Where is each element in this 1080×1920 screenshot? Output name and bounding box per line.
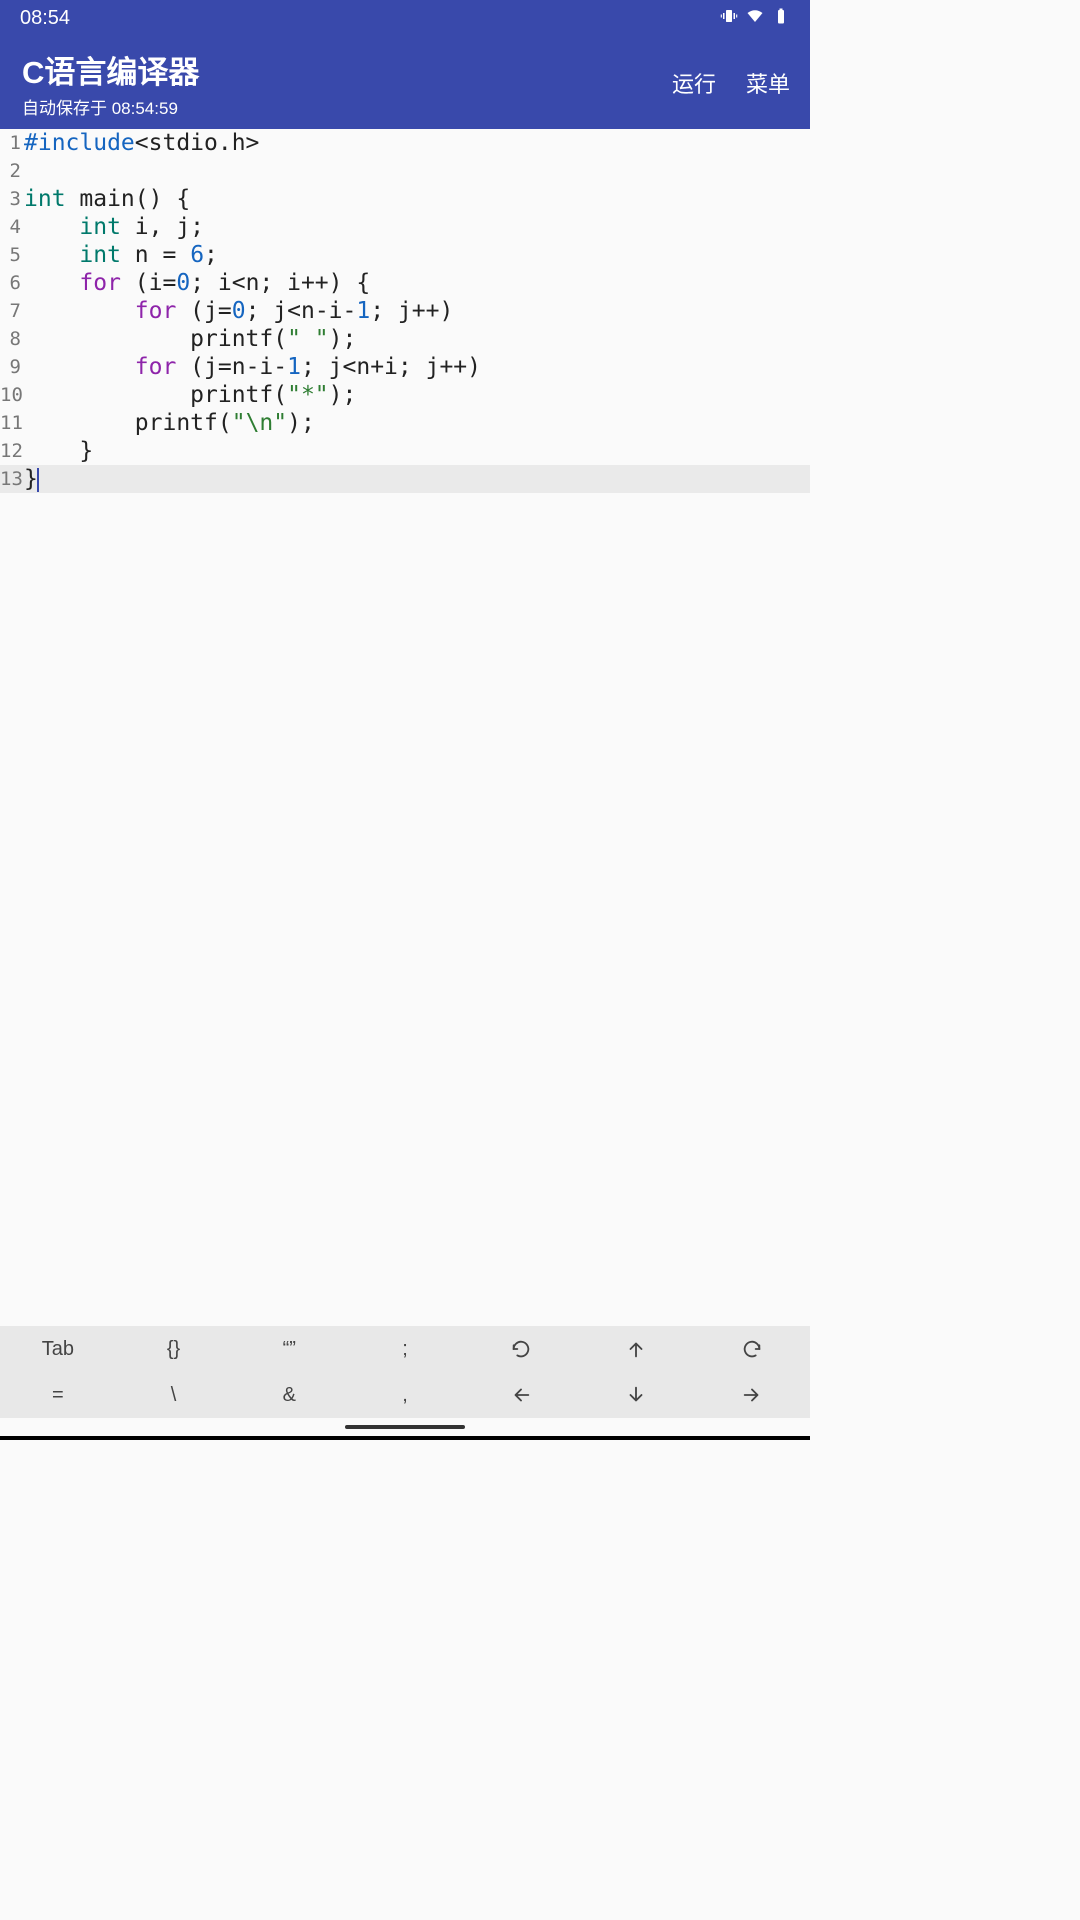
- code-line-9[interactable]: for (j=n-i-1; j<n+i; j++): [24, 353, 481, 381]
- key-semicolon[interactable]: ;: [347, 1326, 463, 1372]
- cursor-icon: [37, 468, 39, 492]
- key-left[interactable]: [463, 1372, 579, 1418]
- status-icons: [720, 7, 790, 31]
- key-equals[interactable]: =: [0, 1372, 116, 1418]
- line-number: 7: [0, 297, 24, 325]
- run-button[interactable]: 运行: [672, 67, 716, 99]
- app-subtitle: 自动保存于 08:54:59: [22, 94, 199, 119]
- nav-handle-area: [0, 1418, 810, 1436]
- key-backslash[interactable]: \: [116, 1372, 232, 1418]
- line-number: 10: [0, 381, 24, 409]
- key-down[interactable]: [579, 1372, 695, 1418]
- code-line-10[interactable]: printf("*");: [24, 381, 356, 409]
- code-line-11[interactable]: printf("\n");: [24, 409, 315, 437]
- toolbar-row-2: = \ & ,: [0, 1372, 810, 1418]
- code-line-4[interactable]: int i, j;: [24, 213, 204, 241]
- wifi-icon: [746, 7, 764, 31]
- nav-handle-icon[interactable]: [345, 1425, 465, 1429]
- line-number: 8: [0, 325, 24, 353]
- key-redo[interactable]: [694, 1326, 810, 1372]
- key-undo[interactable]: [463, 1326, 579, 1372]
- footer-bar: [0, 1436, 810, 1440]
- arrow-up-icon: [625, 1338, 647, 1360]
- status-bar: 08:54: [0, 0, 810, 37]
- vibrate-icon: [720, 7, 738, 31]
- line-number: 4: [0, 213, 24, 241]
- key-ampersand[interactable]: &: [231, 1372, 347, 1418]
- line-number: 1: [0, 129, 24, 157]
- key-right[interactable]: [694, 1372, 810, 1418]
- code-line-7[interactable]: for (j=0; j<n-i-1; j++): [24, 297, 453, 325]
- code-line-12[interactable]: }: [24, 437, 93, 465]
- code-line-5[interactable]: int n = 6;: [24, 241, 218, 269]
- line-number: 2: [0, 157, 24, 185]
- code-line-8[interactable]: printf(" ");: [24, 325, 356, 353]
- menu-button[interactable]: 菜单: [746, 67, 790, 99]
- line-number: 12: [0, 437, 24, 465]
- undo-icon: [510, 1338, 532, 1360]
- redo-icon: [741, 1338, 763, 1360]
- code-editor[interactable]: 1#include<stdio.h> 2 3int main() { 4 int…: [0, 129, 810, 1326]
- line-number: 9: [0, 353, 24, 381]
- key-up[interactable]: [579, 1326, 695, 1372]
- app-bar: C语言编译器 自动保存于 08:54:59 运行 菜单: [0, 37, 810, 129]
- key-quotes[interactable]: “”: [231, 1326, 347, 1372]
- bottom-toolbar: Tab {} “” ; = \ & ,: [0, 1326, 810, 1418]
- line-number: 6: [0, 269, 24, 297]
- line-number: 11: [0, 409, 24, 437]
- line-number: 3: [0, 185, 24, 213]
- line-number: 13: [0, 465, 24, 493]
- app-title: C语言编译器: [22, 47, 199, 92]
- arrow-down-icon: [625, 1384, 647, 1406]
- code-line-3[interactable]: int main() {: [24, 185, 190, 213]
- status-time: 08:54: [20, 7, 70, 30]
- arrow-left-icon: [510, 1384, 532, 1406]
- arrow-right-icon: [741, 1384, 763, 1406]
- key-tab[interactable]: Tab: [0, 1326, 116, 1372]
- code-line-6[interactable]: for (i=0; i<n; i++) {: [24, 269, 370, 297]
- line-number: 5: [0, 241, 24, 269]
- app-bar-left: C语言编译器 自动保存于 08:54:59: [22, 47, 199, 119]
- key-comma[interactable]: ,: [347, 1372, 463, 1418]
- app-bar-actions: 运行 菜单: [672, 67, 790, 99]
- toolbar-row-1: Tab {} “” ;: [0, 1326, 810, 1372]
- battery-icon: [772, 7, 790, 31]
- code-line-1[interactable]: #include<stdio.h>: [24, 129, 259, 157]
- key-braces[interactable]: {}: [116, 1326, 232, 1372]
- code-line-13[interactable]: }: [24, 465, 39, 493]
